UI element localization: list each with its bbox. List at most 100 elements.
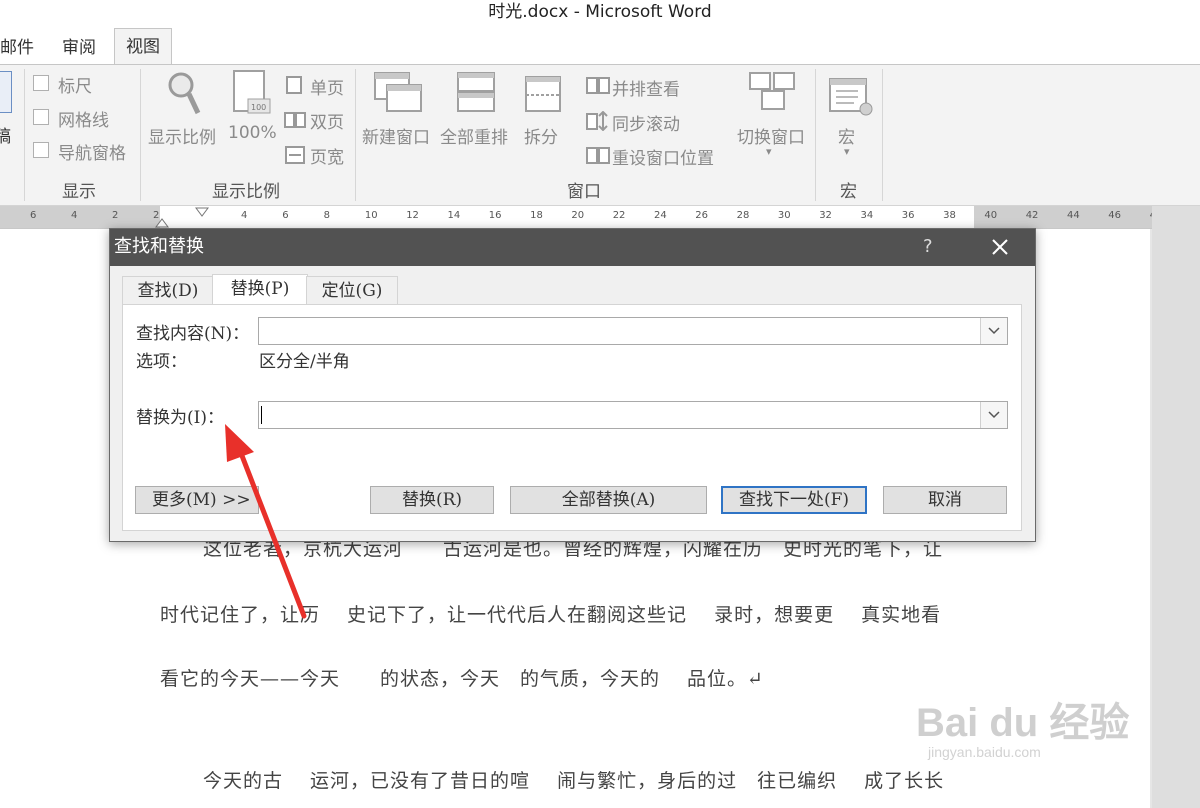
tab-mailings[interactable]: 邮件 <box>0 34 34 64</box>
ruler-number: 8 <box>323 210 330 221</box>
options-label: 选项： <box>136 352 187 372</box>
find-what-label: 查找内容(N)： <box>136 324 250 344</box>
one-page-icon[interactable] <box>284 75 306 95</box>
baidu-watermark: Bai du 经验 <box>916 701 1130 745</box>
ruler-number: 32 <box>819 210 832 221</box>
side-by-side-button[interactable]: 并排查看 <box>612 75 680 100</box>
window-title-bar: 时光.docx - Microsoft Word <box>0 0 1200 28</box>
nav-pane-checkbox[interactable] <box>33 142 49 158</box>
doc-paragraph: 时代记住了，让历 史记下了，让一代代后人在翻阅这些记 录时，想要更 真实地看 <box>160 604 942 626</box>
ruler-number: 20 <box>571 210 585 221</box>
close-icon[interactable] <box>986 233 1014 261</box>
zoom-button[interactable]: 显示比例 <box>148 123 216 148</box>
indent-marker-icon[interactable] <box>195 207 209 219</box>
switch-window-dropdown-icon[interactable]: ▾ <box>766 145 772 158</box>
tab-find[interactable]: 查找(D) <box>122 276 214 305</box>
reset-position-icon[interactable] <box>586 147 610 165</box>
ruler-number: 36 <box>901 210 915 221</box>
replace-button[interactable]: 替换(R) <box>370 486 494 514</box>
tab-replace[interactable]: 替换(P) <box>212 274 308 305</box>
side-by-side-icon[interactable] <box>586 77 610 95</box>
text-caret <box>261 406 262 424</box>
split-icon[interactable] <box>524 75 564 115</box>
tab-view[interactable]: 视图 <box>114 28 172 65</box>
ruler-number: 40 <box>984 210 998 221</box>
ruler-number: 34 <box>860 210 874 221</box>
options-value: 区分全/半角 <box>259 352 350 372</box>
hundred-percent-button[interactable]: 100% <box>228 123 277 143</box>
ruler-number: 10 <box>364 210 378 221</box>
help-button[interactable]: ? <box>923 229 933 265</box>
ruler-number: 30 <box>777 210 791 221</box>
new-window-icon[interactable] <box>373 71 425 115</box>
macro-dropdown-icon[interactable]: ▾ <box>844 145 850 158</box>
replace-with-label: 替换为(I)： <box>136 408 224 428</box>
gridlines-label: 网格线 <box>58 111 109 131</box>
svg-text:100: 100 <box>251 103 266 112</box>
ribbon: 稿 标尺 网格线 导航窗格 显示 显示比例 100 100% 单页 双页 页宽 … <box>0 64 1200 206</box>
replace-dropdown-button[interactable] <box>980 402 1007 428</box>
draft-view-icon[interactable] <box>0 71 12 113</box>
replace-with-input[interactable] <box>258 401 1008 429</box>
hundred-percent-icon[interactable]: 100 <box>232 69 272 119</box>
sync-scroll-icon[interactable] <box>586 111 610 131</box>
arrange-all-icon[interactable] <box>456 71 496 115</box>
ruler-number: 2 <box>153 210 160 221</box>
page-width-icon[interactable] <box>284 145 306 165</box>
ruler-number: 4 <box>71 210 78 221</box>
macro-group-label: 宏 <box>840 182 857 202</box>
split-button[interactable]: 拆分 <box>524 123 558 148</box>
chevron-down-icon <box>988 327 1000 335</box>
ruler-checkbox[interactable] <box>33 75 49 91</box>
ruler-number: 4 <box>241 210 248 221</box>
ruler-number: 18 <box>530 210 543 221</box>
cancel-button[interactable]: 取消 <box>883 486 1007 514</box>
show-group-label: 显示 <box>62 182 96 202</box>
find-next-button[interactable]: 查找下一处(F) <box>721 486 867 514</box>
new-window-button[interactable]: 新建窗口 <box>362 123 430 148</box>
dialog-title-bar[interactable]: 查找和替换 ? <box>110 229 1035 266</box>
replace-all-button[interactable]: 全部替换(A) <box>510 486 707 514</box>
nav-pane-label: 导航窗格 <box>58 144 126 164</box>
macro-icon[interactable] <box>828 77 874 117</box>
baidu-watermark-url: jingyan.baidu.com <box>928 744 1041 760</box>
one-page-button[interactable]: 单页 <box>310 74 344 99</box>
ruler-number: 6 <box>30 210 37 221</box>
two-pages-button[interactable]: 双页 <box>310 108 344 133</box>
ruler-label: 标尺 <box>58 77 92 97</box>
magnifier-icon[interactable] <box>165 69 201 119</box>
ruler-number: 28 <box>736 210 750 221</box>
find-what-input[interactable] <box>258 317 1008 345</box>
arrange-all-button[interactable]: 全部重排 <box>440 123 508 148</box>
zoom-group-label: 显示比例 <box>212 182 280 202</box>
ribbon-tab-bar: 邮件 审阅 视图 <box>0 28 1200 65</box>
ruler-number: 42 <box>1025 210 1039 221</box>
find-replace-dialog: 查找和替换 ? 查找(D) 替换(P) 定位(G) 查找内容(N)： 选项： 区… <box>109 228 1036 542</box>
doc-paragraph: 看它的今天——今天 的状态，今天 的气质，今天的 品位。↵ <box>160 668 764 690</box>
more-button[interactable]: 更多(M) >> <box>135 486 259 514</box>
ruler-number: 44 <box>1067 210 1080 221</box>
sync-scroll-button[interactable]: 同步滚动 <box>612 110 680 135</box>
ruler-number: 26 <box>695 210 709 221</box>
tab-review[interactable]: 审阅 <box>62 34 96 64</box>
reset-position-button[interactable]: 重设窗口位置 <box>612 144 714 169</box>
ruler-number: 46 <box>1108 210 1122 221</box>
ruler-number: 22 <box>612 210 626 221</box>
ruler-number: 24 <box>654 210 667 221</box>
vertical-scrollbar[interactable] <box>1152 206 1200 808</box>
draft-view-label: 稿 <box>0 127 11 147</box>
two-pages-icon[interactable] <box>284 110 306 130</box>
ruler-number: 14 <box>447 210 461 221</box>
find-dropdown-button[interactable] <box>980 318 1007 344</box>
tab-goto[interactable]: 定位(G) <box>306 276 398 305</box>
doc-paragraph: 今天的古 运河，已没有了昔日的喧 闹与繁忙，身后的过 往已编织 成了长长 <box>203 770 945 792</box>
window-title: 时光.docx - Microsoft Word <box>488 2 712 22</box>
ruler-number: 2 <box>112 210 119 221</box>
gridlines-checkbox[interactable] <box>33 109 49 125</box>
horizontal-ruler[interactable]: 6 4 2 2 4 6 8 10 12 14 16 18 20 22 24 26 28 30 32 34 36 38 40 4… <box>0 206 1162 229</box>
chevron-down-icon <box>988 411 1000 419</box>
switch-window-icon[interactable] <box>748 71 798 115</box>
ruler-number: 6 <box>282 210 289 221</box>
page-width-button[interactable]: 页宽 <box>310 143 344 168</box>
dialog-title: 查找和替换 <box>114 236 204 257</box>
